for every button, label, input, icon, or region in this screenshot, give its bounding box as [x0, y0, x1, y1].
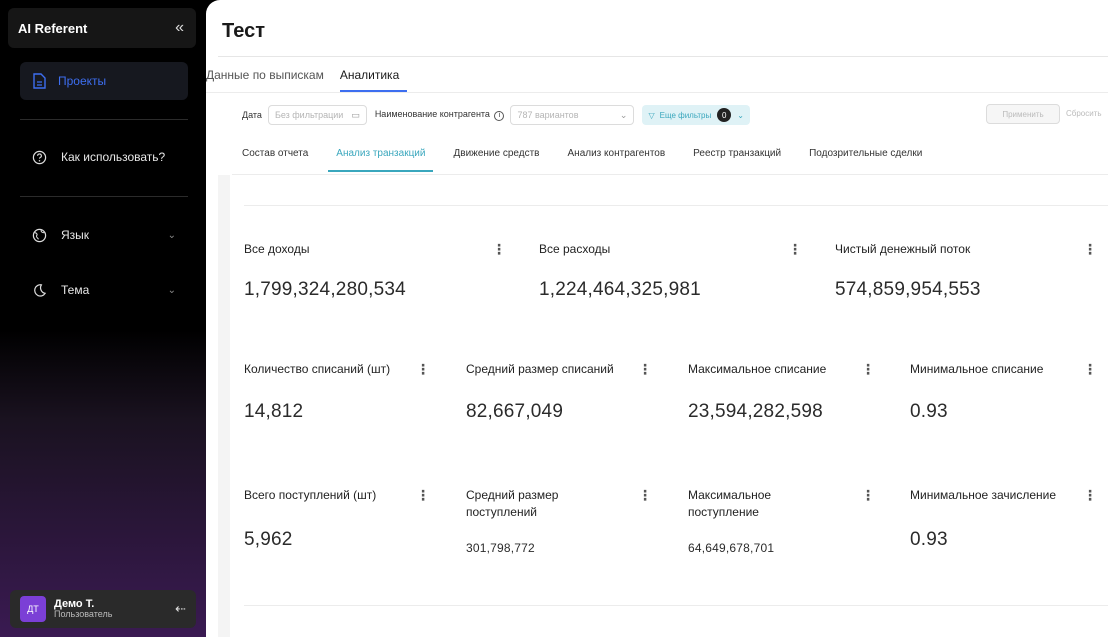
divider — [218, 56, 1108, 57]
avatar: ДТ — [20, 596, 46, 622]
metric-label-avg-debit: Средний размер списаний — [466, 362, 614, 376]
divider — [206, 92, 1108, 93]
divider — [20, 119, 188, 120]
sidebar-item-language[interactable]: Язык ⌄ — [20, 220, 188, 250]
more-vertical-icon[interactable]: ⋮ — [1083, 361, 1097, 378]
page-title: Тест — [222, 20, 265, 42]
date-filter-input[interactable]: Без фильтрации ▭ — [267, 105, 367, 125]
metric-label-net-cash-flow: Чистый денежный поток — [835, 242, 971, 256]
metric-value-avg-credit: 301,798,772 — [466, 541, 535, 555]
filter-count-badge: 0 — [717, 108, 732, 122]
globe-icon — [32, 228, 47, 242]
double-chevron-left-icon[interactable]: « — [175, 19, 184, 37]
document-icon — [33, 73, 46, 89]
subtab-transaction-registry[interactable]: Реестр транзакций — [693, 148, 781, 172]
metric-value-all-expenses: 1,224,464,325,981 — [539, 279, 701, 300]
metric-value-all-income: 1,799,324,280,534 — [244, 279, 406, 300]
metric-value-avg-debit: 82,667,049 — [466, 401, 564, 422]
chevron-down-icon: ⌄ — [619, 109, 628, 120]
more-vertical-icon[interactable]: ⋮ — [861, 487, 875, 504]
metric-value-net-cash-flow: 574,859,954,553 — [835, 279, 981, 300]
logout-icon[interactable]: ⇠ — [175, 601, 186, 617]
moon-icon — [34, 283, 47, 297]
date-filter-placeholder: Без фильтрации — [274, 110, 344, 120]
tab-analytics[interactable]: Аналитика — [339, 68, 408, 92]
sidebar-item-label: Язык — [61, 228, 90, 242]
counterparty-select[interactable]: 787 вариантов ⌄ — [510, 105, 635, 125]
metric-label-all-income: Все доходы — [244, 242, 310, 256]
metric-label-all-expenses: Все расходы — [539, 242, 611, 256]
metric-label-max-credit: Максимальное поступление — [688, 488, 772, 519]
metric-value-max-credit: 64,649,678,701 — [688, 541, 775, 555]
subtab-counterparty-analysis[interactable]: Анализ контрагентов — [568, 148, 666, 172]
report-subtabs: Состав отчета Анализ транзакций Движение… — [242, 148, 950, 172]
user-card[interactable]: ДТ Демо Т. Пользователь ⇠ — [10, 590, 196, 628]
chevron-down-icon: ⌄ — [167, 284, 176, 296]
tab-statements[interactable]: Данные по выпискам — [206, 68, 332, 92]
info-icon[interactable]: i — [494, 111, 505, 121]
metric-value-min-debit: 0.93 — [910, 401, 948, 422]
subtab-report-composition[interactable]: Состав отчета — [242, 148, 308, 172]
sidebar-item-label: Проекты — [58, 74, 107, 88]
date-filter-label: Дата — [242, 110, 262, 120]
divider — [244, 205, 1108, 206]
sidebar-item-how-to[interactable]: Как использовать? — [20, 142, 188, 172]
chevron-down-icon: ⌄ — [737, 110, 744, 120]
metric-label-min-debit: Минимальное списание — [910, 362, 1044, 376]
sidebar-item-label: Как использовать? — [61, 150, 166, 164]
more-vertical-icon[interactable]: ⋮ — [1083, 487, 1097, 504]
sidebar-item-label: Тема — [61, 283, 90, 297]
app-title: AI Referent — [18, 20, 88, 36]
metric-label-max-debit: Максимальное списание — [688, 362, 827, 376]
more-vertical-icon[interactable]: ⋮ — [416, 487, 430, 504]
metric-label-debit-count: Количество списаний (шт) — [244, 362, 391, 376]
counterparty-select-value: 787 вариантов — [517, 110, 579, 120]
more-vertical-icon[interactable]: ⋮ — [492, 241, 506, 258]
metric-value-debit-count: 14,812 — [244, 401, 304, 422]
more-vertical-icon[interactable]: ⋮ — [638, 487, 652, 504]
subtab-suspicious-deals[interactable]: Подозрительные сделки — [809, 148, 922, 172]
main-content: Тест Данные по выпискам Аналитика Дата Б… — [206, 0, 1108, 637]
more-vertical-icon[interactable]: ⋮ — [416, 361, 430, 378]
app-header: AI Referent « — [8, 8, 196, 48]
sidebar-item-projects[interactable]: Проекты — [20, 62, 188, 100]
sidebar: AI Referent « Проекты Как использовать? … — [0, 0, 206, 637]
metric-value-max-debit: 23,594,282,598 — [688, 401, 823, 422]
more-vertical-icon[interactable]: ⋮ — [1083, 241, 1097, 258]
divider — [244, 605, 1108, 606]
metric-label-avg-credit: Средний размер поступлений — [466, 488, 559, 519]
sidebar-item-theme[interactable]: Тема ⌄ — [20, 275, 188, 305]
metric-value-min-credit: 0.93 — [910, 529, 948, 550]
question-circle-icon — [32, 150, 47, 164]
content-area: Все доходы ⋮ 1,799,324,280,534 Все расхо… — [218, 175, 1108, 637]
calendar-icon: ▭ — [351, 109, 360, 120]
filter-icon: ▽ — [648, 110, 655, 120]
filter-bar: Дата Без фильтрации ▭ Наименование контр… — [242, 104, 750, 126]
more-vertical-icon[interactable]: ⋮ — [861, 361, 875, 378]
more-filters-button[interactable]: ▽ Еще фильтры 0 ⌄ — [642, 105, 750, 125]
main-tabs: Данные по выпискам Аналитика — [206, 68, 415, 92]
metric-label-min-credit: Минимальное зачисление — [910, 488, 1057, 502]
metrics-panel: Все доходы ⋮ 1,799,324,280,534 Все расхо… — [230, 175, 1108, 637]
more-vertical-icon[interactable]: ⋮ — [638, 361, 652, 378]
more-vertical-icon[interactable]: ⋮ — [788, 241, 802, 258]
metric-label-credit-count: Всего поступлений (шт) — [244, 488, 377, 502]
reset-button[interactable]: Сбросить — [1066, 109, 1102, 118]
divider — [20, 196, 188, 197]
counterparty-label-text: Наименование контрагента — [374, 109, 490, 119]
subtab-transaction-analysis[interactable]: Анализ транзакций — [328, 148, 434, 172]
subtab-cash-flow[interactable]: Движение средств — [453, 148, 539, 172]
chevron-down-icon: ⌄ — [167, 229, 176, 241]
apply-button[interactable]: Применить — [986, 104, 1060, 124]
counterparty-filter-label: Наименование контрагента i — [375, 109, 505, 121]
metric-value-credit-count: 5,962 — [244, 529, 293, 550]
user-role: Пользователь — [54, 609, 113, 620]
more-filters-label: Еще фильтры — [659, 110, 712, 120]
